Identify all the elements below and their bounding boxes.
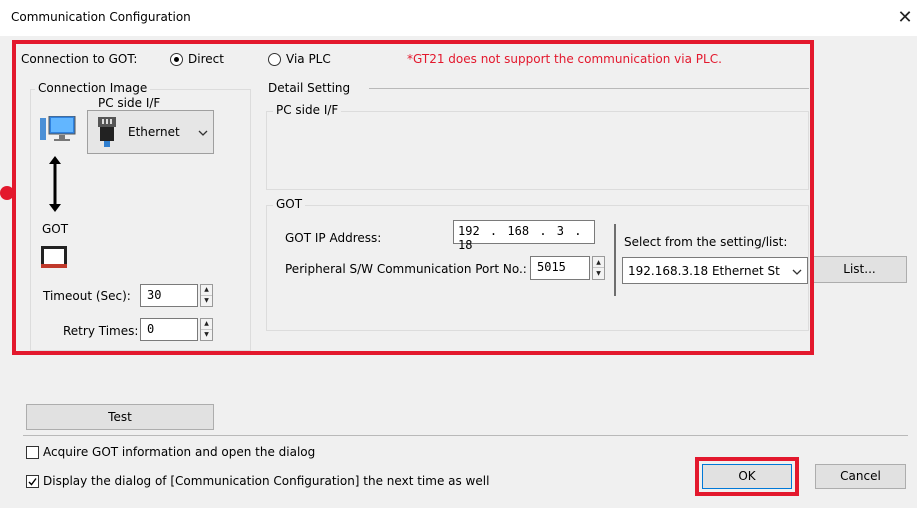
- acquire-checkbox[interactable]: [26, 446, 39, 459]
- display-next-time-label[interactable]: Display the dialog of [Communication Con…: [43, 474, 489, 488]
- highlight-frame: [12, 40, 814, 355]
- window-title: Communication Configuration: [11, 10, 191, 24]
- acquire-label[interactable]: Acquire GOT information and open the dia…: [43, 445, 315, 459]
- title-bar: Communication Configuration ✕: [0, 0, 917, 36]
- display-next-time-checkbox[interactable]: [26, 475, 39, 488]
- list-button[interactable]: List...: [812, 256, 907, 283]
- checkmark-icon: [28, 478, 37, 486]
- footer-divider: [23, 435, 908, 436]
- communication-configuration-dialog: Communication Configuration ✕ Connection…: [0, 0, 917, 508]
- annotation-marker: [0, 186, 14, 200]
- test-button[interactable]: Test: [26, 404, 214, 430]
- cancel-button[interactable]: Cancel: [815, 464, 906, 489]
- close-icon[interactable]: ✕: [893, 6, 917, 30]
- ok-highlight-frame: [695, 457, 799, 496]
